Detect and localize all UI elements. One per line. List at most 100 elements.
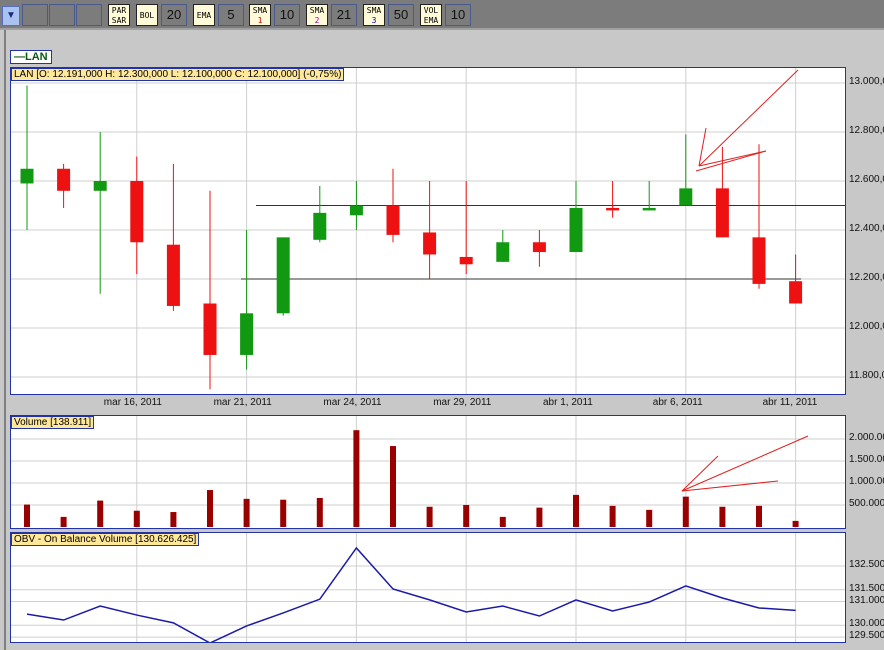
candle-body — [313, 212, 327, 240]
indicator-period-field[interactable]: 21 — [331, 4, 357, 26]
volume-bar — [463, 505, 470, 527]
candle-body — [240, 313, 254, 355]
volume-bar — [682, 496, 689, 527]
volume-bar — [133, 510, 140, 527]
price-chart — [11, 68, 845, 394]
indicator-period-field[interactable]: 10 — [445, 4, 471, 26]
candle-body — [496, 242, 510, 262]
y-tick-label: 500.000 — [849, 498, 884, 509]
y-tick-label: 2.000.000 — [849, 432, 884, 443]
candle-body — [57, 168, 71, 191]
indicator-button-bol[interactable]: BOL — [136, 4, 158, 26]
y-tick-label: 129.500.000 — [849, 630, 884, 642]
volume-label: Volume [138.911] — [11, 416, 95, 429]
indicator-period-field[interactable]: 20 — [161, 4, 187, 26]
volume-bar — [353, 430, 360, 527]
y-tick-label: 1.000.000 — [849, 476, 884, 487]
y-tick-label: 12.800,000 — [849, 125, 884, 136]
volume-bar — [756, 505, 762, 527]
candle-body — [789, 281, 803, 304]
y-tick-label: 132.500.000 — [849, 559, 884, 570]
obv-chart — [11, 533, 845, 642]
volume-bar — [316, 497, 323, 527]
trend-line — [698, 150, 767, 167]
volume-bar — [280, 499, 287, 527]
volume-bar — [536, 507, 543, 527]
volume-bar — [24, 504, 30, 527]
candle-body — [93, 181, 107, 191]
indicator-toolbar: ▼ PAR SAR BOL 20 EMA 5 SMA 1 10 SMA 2 21 SMA 3 50 VOL EM… — [0, 0, 884, 30]
candle-body — [715, 188, 729, 238]
x-tick-label: mar 16, 2011 — [103, 397, 162, 408]
candle-body — [752, 237, 766, 284]
candle-body — [349, 205, 363, 216]
obv-label: OBV - On Balance Volume [130.626.425] — [11, 533, 200, 546]
indicator-button-sma[interactable]: SMA 3 — [363, 4, 385, 26]
candle-body — [203, 303, 217, 355]
symbol-legend[interactable]: —LAN — [10, 50, 52, 64]
volume-bar — [609, 505, 616, 527]
candle-body — [679, 188, 693, 206]
candle-body — [569, 207, 583, 253]
candle-body — [459, 256, 473, 265]
indicator-period-field[interactable]: 50 — [388, 4, 414, 26]
price-panel[interactable]: LAN [O: 12.191,000 H: 12.300,000 L: 12.1… — [10, 67, 846, 395]
x-tick-label: abr 11, 2011 — [762, 397, 818, 408]
y-tick-label: 131.500.000 — [849, 582, 884, 594]
volume-bar — [792, 520, 799, 527]
x-tick-label: abr 1, 2011 — [543, 397, 593, 408]
volume-bar — [390, 446, 396, 527]
obv-line — [26, 546, 796, 642]
y-tick-label: 12.000,000 — [849, 321, 884, 332]
volume-bar — [426, 506, 433, 527]
x-tick-label: mar 21, 2011 — [213, 397, 272, 408]
volume-panel[interactable]: Volume [138.911] — [10, 415, 846, 529]
y-tick-label: 13.000,000 — [849, 76, 884, 87]
x-tick-label: mar 24, 2011 — [323, 397, 382, 408]
volume-bar — [97, 500, 104, 527]
indicator-button-sma[interactable]: SMA 2 — [306, 4, 328, 26]
y-tick-label: 12.600,000 — [849, 174, 884, 185]
volume-bar — [207, 490, 213, 527]
toolbar-slot[interactable] — [49, 4, 75, 26]
legend-symbol: LAN — [25, 51, 48, 63]
candle-body — [276, 237, 290, 314]
candle-body — [20, 168, 34, 184]
candle-body — [166, 244, 180, 306]
y-tick-label: 11.800,000 — [849, 370, 884, 381]
price-info-label: LAN [O: 12.191,000 H: 12.300,000 L: 12.1… — [11, 68, 345, 81]
toolbar-slot[interactable] — [22, 4, 48, 26]
volume-bar — [573, 494, 579, 527]
indicator-period-field[interactable]: 5 — [218, 4, 244, 26]
candle-body — [423, 232, 437, 255]
toolbar-slot[interactable] — [76, 4, 102, 26]
indicator-button-ema[interactable]: EMA — [193, 4, 215, 26]
trend-line — [695, 150, 767, 172]
volume-chart — [11, 416, 845, 528]
x-tick-label: mar 29, 2011 — [433, 397, 492, 408]
volume-bar — [719, 506, 726, 527]
y-tick-label: 130.000.000 — [849, 618, 884, 630]
trend-line — [698, 69, 799, 167]
volume-bar — [243, 498, 250, 527]
y-tick-label: 1.500.000 — [849, 454, 884, 465]
y-tick-label: 131.000.000 — [849, 594, 884, 606]
indicator-period-field[interactable]: 10 — [274, 4, 300, 26]
indicator-button-parsar[interactable]: PAR SAR — [108, 4, 130, 26]
y-tick-label: 12.200,000 — [849, 272, 884, 283]
candle-body — [130, 181, 144, 243]
y-tick-label: 12.400,000 — [849, 223, 884, 234]
legend-line-icon: — — [14, 51, 25, 63]
dropdown-button[interactable]: ▼ — [2, 6, 20, 26]
volume-bar — [499, 516, 506, 527]
candle-body — [532, 242, 546, 253]
volume-bar — [170, 512, 177, 527]
candle-body — [642, 207, 656, 211]
obv-panel[interactable]: OBV - On Balance Volume [130.626.425] — [10, 532, 846, 643]
candle-body — [386, 205, 400, 235]
candle-body — [606, 207, 620, 211]
volume-bar — [646, 509, 653, 527]
indicator-button-volema[interactable]: VOL EMA — [420, 4, 442, 26]
x-tick-label: abr 6, 2011 — [652, 397, 703, 408]
indicator-button-sma[interactable]: SMA 1 — [249, 4, 271, 26]
